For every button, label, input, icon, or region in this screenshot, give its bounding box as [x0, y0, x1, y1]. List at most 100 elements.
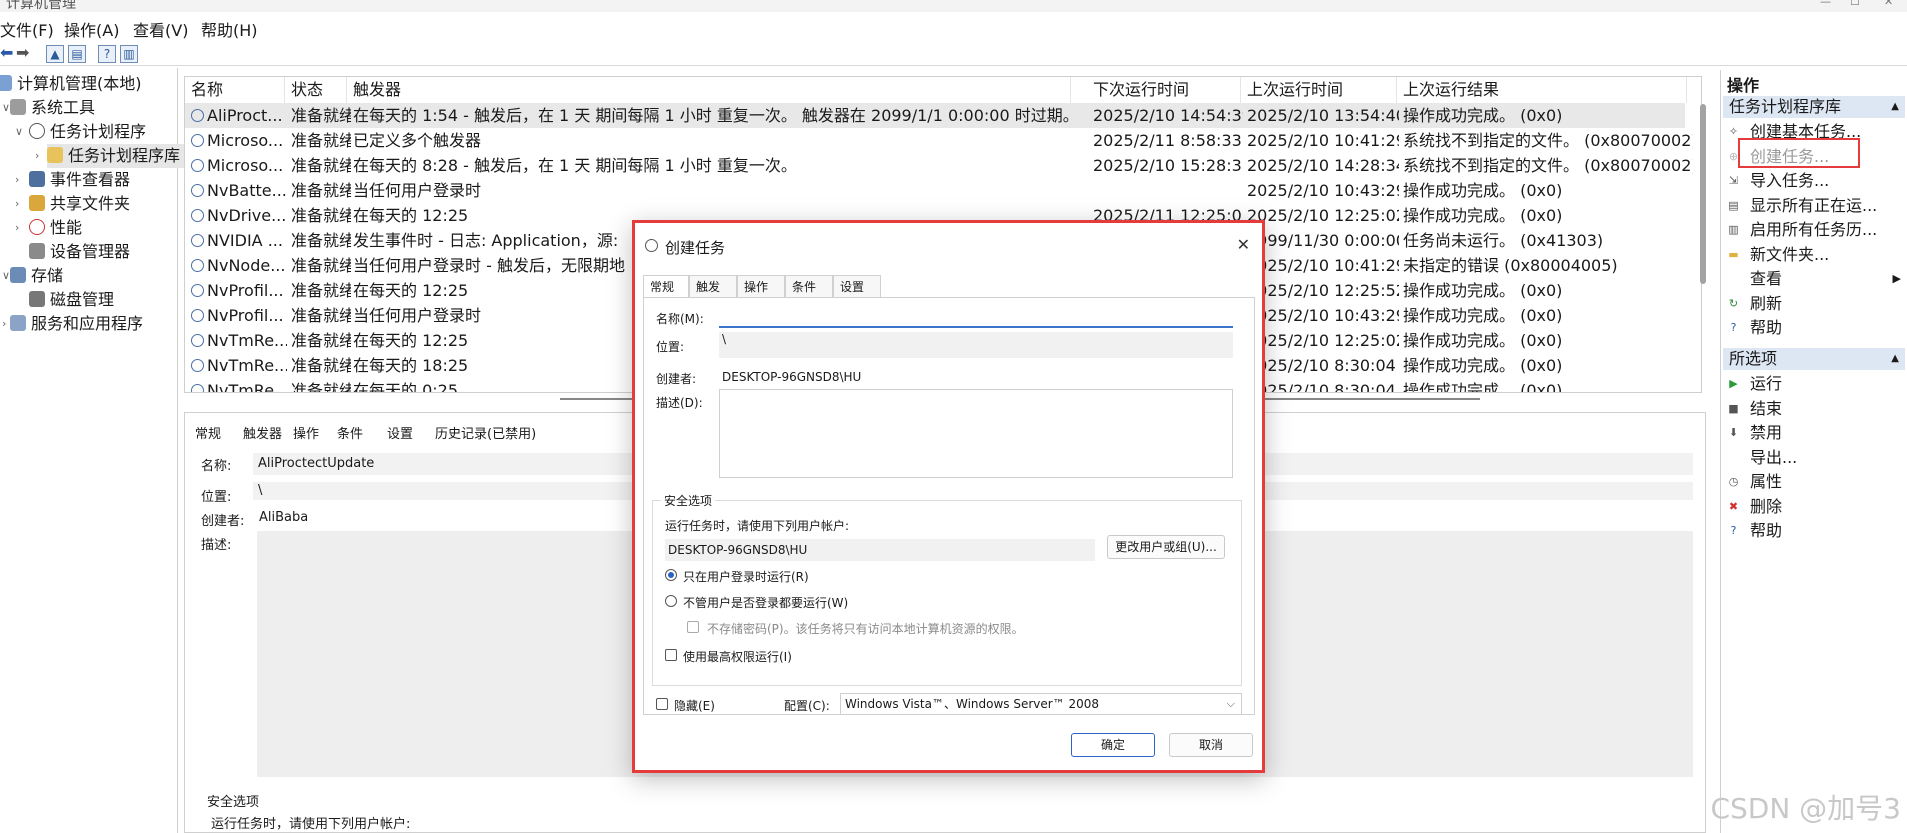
action-help[interactable]: ? 帮助 [1723, 316, 1905, 340]
action-new-folder[interactable]: ▬ 新文件夹... [1723, 243, 1905, 267]
dialog-tab-conditions[interactable]: 条件 [785, 275, 833, 297]
details-tab-conditions[interactable]: 条件 [337, 423, 363, 442]
details-location-label: 位置: [201, 490, 232, 505]
tree-item-task-scheduler[interactable]: ∨ 任务计划程序 [15, 120, 146, 144]
show-hide-tree-icon[interactable]: ▤ [68, 45, 86, 63]
column-header-last-run[interactable]: 上次运行时间 [1241, 77, 1397, 103]
action-delete[interactable]: ✖ 删除 [1723, 495, 1905, 519]
action-disable[interactable]: ⬇ 禁用 [1723, 421, 1905, 445]
table-cell: 未指定的错误 (0x80004005) [1403, 256, 1618, 275]
dialog-tab-settings[interactable]: 设置 [833, 275, 881, 297]
details-description-label: 描述: [201, 538, 232, 553]
dialog-close-icon[interactable]: ✕ [1237, 235, 1250, 254]
help-toolbar-icon[interactable]: ? [98, 45, 116, 63]
configure-select[interactable]: Windows Vista™、Windows Server™ 2008 ⌵ [840, 693, 1242, 715]
tree-item-disk-management[interactable]: 磁盘管理 [29, 288, 114, 312]
table-cell: 2025/2/10 12:25:02 [1247, 206, 1399, 225]
action-label: 结束 [1750, 398, 1783, 418]
details-tab-triggers[interactable]: 触发器 [243, 423, 282, 442]
action-label: 查看 [1750, 269, 1783, 288]
up-folder-icon[interactable]: ▲ [46, 45, 64, 63]
collapse-icon[interactable]: ▲ [1891, 96, 1899, 118]
maximize-icon[interactable]: ☐ [1850, 0, 1860, 8]
action-stop[interactable]: ■ 结束 [1723, 397, 1905, 421]
details-tab-history[interactable]: 历史记录(已禁用) [435, 423, 536, 442]
collapse-icon[interactable]: ▲ [1891, 348, 1899, 370]
table-row[interactable]: Microso... 准备就绪 在每天的 8:28 - 触发后，在 1 天 期间每隔… [185, 153, 1693, 178]
table-row[interactable]: Microso... 准备就绪 已定义多个触发器 2025/2/11 8:58:33 2… [185, 128, 1693, 153]
tree-item-system-tools[interactable]: ∨ 系统工具 [2, 96, 95, 120]
task-clock-icon [191, 209, 204, 222]
change-user-button[interactable]: 更改用户或组(U)... [1107, 535, 1225, 559]
table-cell: NvNode... [191, 253, 287, 278]
action-history[interactable]: ▥ 启用所有任务历... [1723, 218, 1905, 242]
ok-button[interactable]: 确定 [1071, 733, 1155, 757]
tree-item-event-viewer[interactable]: › 事件查看器 [15, 168, 130, 192]
actions-section-selected[interactable]: 所选项 ▲ [1723, 348, 1905, 370]
column-header-name[interactable]: 名称 [185, 77, 285, 103]
actions-pane: 操作 任务计划程序库 ▲ ✧ 创建基本任务... ⊕ 创建任务... ⇲ 导入任务... ▤… [1720, 70, 1907, 833]
table-row[interactable]: AliProct... 准备就绪 在每天的 1:54 - 触发后，在 1 天 期间每… [185, 103, 1685, 128]
hidden-checkbox[interactable] [656, 698, 668, 710]
minimize-icon[interactable]: — [1820, 0, 1831, 8]
task-name: Microso... [207, 156, 284, 175]
column-header-last-result[interactable]: 上次运行结果 [1397, 77, 1687, 103]
menu-action[interactable]: 操作(A) [64, 17, 119, 41]
close-window-icon[interactable]: ✕ [1884, 0, 1893, 8]
task-name-input[interactable] [719, 308, 1233, 328]
tree-item-task-scheduler-library[interactable]: › 任务计划程序库 [35, 144, 187, 168]
tree-item-services[interactable]: › 服务和应用程序 [2, 312, 143, 336]
run-logged-on-label[interactable]: 只在用户登录时运行(R) [683, 568, 809, 585]
run-whether-logged-on-label[interactable]: 不管用户是否登录都要运行(W) [683, 594, 848, 611]
refresh-icon: ↻ [1728, 296, 1739, 310]
no-store-password-checkbox[interactable] [687, 621, 699, 633]
details-tab-general[interactable]: 常规 [195, 423, 221, 442]
column-header-next-run[interactable]: 下次运行时间 [1087, 77, 1241, 103]
forward-icon[interactable]: ➡ [16, 43, 29, 62]
details-tab-settings[interactable]: 设置 [387, 423, 413, 442]
run-logged-on-radio[interactable] [665, 569, 677, 581]
tree-item-computer-management[interactable]: 计算机管理(本地) [0, 72, 142, 96]
new-folder-icon: ▬ [1728, 247, 1739, 261]
run-whether-logged-on-radio[interactable] [665, 595, 677, 607]
highest-privileges-label[interactable]: 使用最高权限运行(I) [683, 648, 792, 665]
table-cell: 准备就绪 [291, 256, 351, 275]
action-pane-icon[interactable]: ▥ [120, 45, 138, 63]
table-cell: 2025/2/10 12:25:02 [1247, 331, 1399, 350]
dialog-tab-general[interactable]: 常规 [643, 275, 689, 297]
menu-help[interactable]: 帮助(H) [201, 17, 258, 41]
action-view[interactable]: 查看 ▶ [1723, 267, 1905, 291]
hidden-label[interactable]: 隐藏(E) [674, 697, 715, 714]
highest-privileges-checkbox[interactable] [665, 649, 677, 661]
details-tab-actions[interactable]: 操作 [293, 423, 319, 442]
actions-section-library[interactable]: 任务计划程序库 ▲ [1723, 96, 1905, 118]
tree-item-performance[interactable]: › 性能 [15, 216, 82, 240]
tree-item-storage[interactable]: ∨ 存储 [2, 264, 63, 288]
action-label: 显示所有正在运... [1750, 195, 1878, 215]
action-run[interactable]: ▶ 运行 [1723, 372, 1905, 396]
device-icon [29, 243, 45, 259]
tree-item-device-manager[interactable]: 设备管理器 [29, 240, 130, 264]
back-icon[interactable]: ⬅ [0, 43, 13, 62]
action-import[interactable]: ⇲ 导入任务... [1723, 169, 1905, 193]
dialog-tab-triggers[interactable]: 触发器 [689, 275, 737, 316]
action-properties[interactable]: ◷ 属性 [1723, 470, 1905, 494]
column-header-status[interactable]: 状态 [285, 77, 347, 103]
table-row[interactable]: NvBatte... 准备就绪 当任何用户登录时 2025/2/10 10:43:29… [185, 178, 1685, 203]
action-help[interactable]: ? 帮助 [1723, 519, 1905, 543]
action-refresh[interactable]: ↻ 刷新 [1723, 292, 1905, 316]
menu-view[interactable]: 查看(V) [133, 17, 188, 41]
cancel-button[interactable]: 取消 [1169, 733, 1253, 757]
column-header-triggers[interactable]: 触发器 [347, 77, 1071, 103]
action-export[interactable]: 导出... [1723, 446, 1905, 470]
tree-item-shared-folders[interactable]: › 共享文件夹 [15, 192, 130, 216]
menu-file[interactable]: 文件(F) [0, 17, 54, 41]
table-cell: 2025/2/10 10:43:29 [1247, 306, 1399, 325]
action-running[interactable]: ▤ 显示所有正在运... [1723, 194, 1905, 218]
dialog-tab-actions[interactable]: 操作 [737, 275, 785, 297]
table-cell: 准备就绪 [291, 281, 351, 300]
table-cell: 2025/2/11 8:58:33 [1093, 131, 1242, 150]
task-list-scrollbar[interactable] [1700, 104, 1706, 284]
configure-label: 配置(C): [784, 699, 830, 713]
description-textarea[interactable] [719, 389, 1233, 478]
